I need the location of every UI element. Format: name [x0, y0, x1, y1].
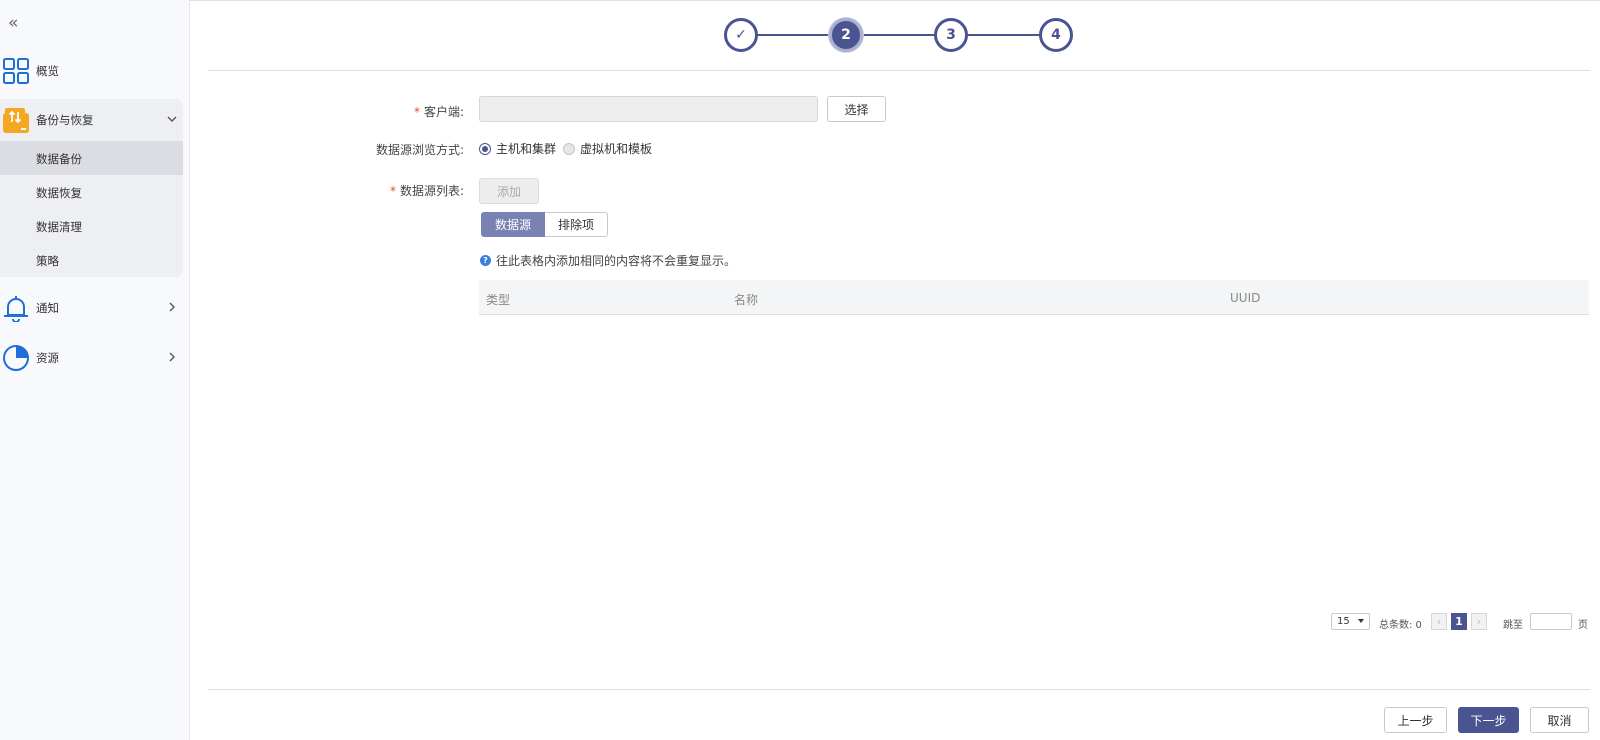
top-border [0, 0, 1600, 1]
required-mark: * [389, 184, 396, 198]
grid-icon [3, 58, 29, 84]
radio-unchecked-icon [563, 142, 575, 155]
sidebar-item-label: 数据清理 [36, 220, 82, 234]
step-1-done: ✓ [724, 18, 758, 52]
chevron-right-icon [169, 352, 175, 362]
tab-data-source[interactable]: 数据源 [481, 212, 546, 237]
total-count: 总条数: 0 [1379, 620, 1422, 631]
client-field-label: * 客户端: [304, 103, 464, 120]
page-suffix: 页 [1578, 620, 1588, 631]
page-number-button[interactable]: 1 [1451, 613, 1467, 630]
sidebar-item-label: 概览 [36, 64, 59, 78]
sidebar-item-data-backup[interactable]: 数据备份 [0, 141, 183, 175]
check-icon: ✓ [735, 27, 747, 43]
step-3: 3 [934, 18, 968, 52]
source-table-header: 类型 名称 UUID [479, 280, 1589, 315]
next-step-button[interactable]: 下一步 [1458, 707, 1519, 733]
collapse-sidebar-icon[interactable]: « [8, 14, 26, 32]
column-header-type: 类型 [486, 293, 511, 307]
sidebar-item-backup-restore[interactable]: 备份与恢复 [0, 103, 190, 137]
radio-label: 虚拟机和模板 [580, 142, 653, 156]
browse-mode-label: 数据源浏览方式: [375, 143, 464, 157]
tab-exclusions[interactable]: 排除项 [545, 212, 609, 237]
step-2-current: 2 [829, 18, 863, 52]
sidebar-item-data-restore[interactable]: 数据恢复 [0, 175, 183, 209]
step-number: 3 [946, 27, 956, 43]
client-label-text: 客户端: [423, 105, 464, 119]
step-connector [757, 34, 831, 36]
sidebar: « 概览 备份与恢复 数据备份 数据恢复 数据清理 策略 通知 资源 [0, 0, 190, 740]
source-list-label-text: 数据源列表: [399, 184, 464, 198]
sidebar-item-label: 备份与恢复 [36, 113, 94, 127]
stepper-divider [208, 70, 1590, 71]
hint-text: 往此表格内添加相同的内容将不会重复显示。 [496, 254, 737, 268]
prev-page-button[interactable]: ‹ [1431, 613, 1447, 630]
cancel-button[interactable]: 取消 [1530, 707, 1589, 733]
source-tabs: 数据源 排除项 [481, 212, 609, 237]
jump-page-input[interactable] [1530, 613, 1572, 630]
next-page-button[interactable]: › [1471, 613, 1487, 630]
client-input[interactable] [479, 96, 818, 122]
sidebar-item-resource[interactable]: 资源 [0, 341, 190, 375]
sidebar-item-label: 数据备份 [36, 152, 82, 166]
caret-down-icon [1358, 619, 1364, 623]
step-number: 4 [1051, 27, 1061, 43]
step-connector [862, 34, 936, 36]
backup-restore-icon [3, 108, 29, 133]
pie-chart-icon [3, 345, 29, 371]
sidebar-item-notification[interactable]: 通知 [0, 291, 190, 325]
sidebar-item-overview[interactable]: 概览 [0, 54, 190, 88]
chevron-down-icon [167, 116, 177, 122]
step-number: 2 [841, 27, 851, 43]
sidebar-item-label: 策略 [36, 254, 59, 268]
source-list-label: * 数据源列表: [304, 182, 464, 199]
sidebar-item-data-cleanup[interactable]: 数据清理 [0, 209, 183, 243]
add-source-button[interactable]: 添加 [479, 178, 539, 204]
page-size-value: 15 [1337, 616, 1350, 627]
chevron-right-icon [169, 302, 175, 312]
sidebar-item-label: 通知 [36, 301, 59, 315]
sidebar-item-label: 数据恢复 [36, 186, 82, 200]
radio-host-cluster[interactable]: 主机和集群 [479, 140, 556, 157]
page-size-select[interactable]: 15 [1331, 613, 1370, 630]
jump-label: 跳至 [1503, 620, 1523, 631]
column-header-uuid: UUID [1230, 291, 1261, 305]
radio-vm-template[interactable]: 虚拟机和模板 [563, 140, 652, 157]
sidebar-item-policy[interactable]: 策略 [0, 243, 183, 277]
select-client-button[interactable]: 选择 [827, 96, 886, 122]
required-mark: * [413, 105, 420, 119]
column-header-name: 名称 [734, 293, 759, 307]
step-4: 4 [1039, 18, 1073, 52]
sidebar-item-label: 资源 [36, 351, 59, 365]
bell-icon [4, 296, 28, 322]
radio-checked-icon [479, 142, 491, 155]
duplicate-hint: ? 往此表格内添加相同的内容将不会重复显示。 [480, 252, 736, 269]
previous-step-button[interactable]: 上一步 [1384, 707, 1447, 733]
radio-label: 主机和集群 [496, 142, 557, 156]
footer-divider [208, 689, 1590, 690]
help-icon: ? [480, 255, 491, 266]
step-connector [967, 34, 1041, 36]
